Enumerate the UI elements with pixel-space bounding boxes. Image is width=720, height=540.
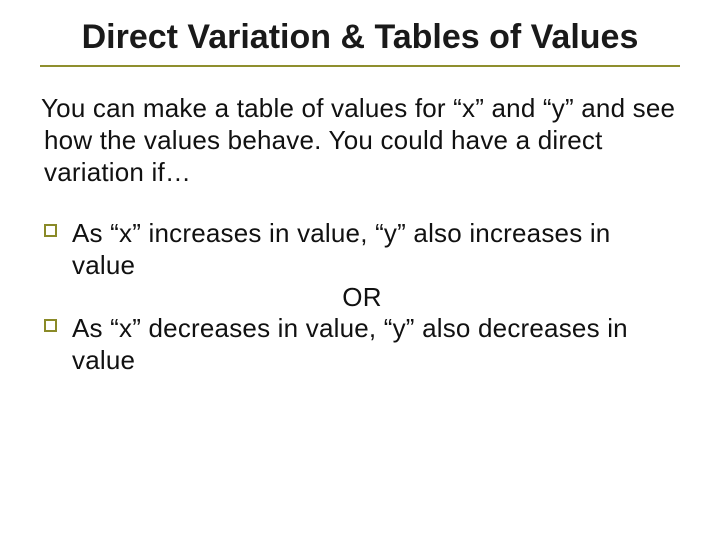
bullet-item-2: As “x” decreases in value, “y” also decr… — [44, 313, 680, 376]
slide-title: Direct Variation & Tables of Values — [40, 18, 680, 67]
square-bullet-icon — [44, 224, 57, 237]
square-bullet-icon — [44, 319, 57, 332]
bullet-text: As “x” decreases in value, “y” also decr… — [72, 313, 628, 375]
slide: Direct Variation & Tables of Values You … — [0, 0, 720, 540]
bullet-text: As “x” increases in value, “y” also incr… — [72, 218, 610, 280]
bullet-item-1: As “x” increases in value, “y” also incr… — [44, 218, 680, 281]
bullet-list: As “x” increases in value, “y” also incr… — [40, 218, 680, 377]
or-separator: OR — [44, 282, 680, 314]
intro-paragraph: You can make a table of values for “x” a… — [40, 93, 680, 188]
